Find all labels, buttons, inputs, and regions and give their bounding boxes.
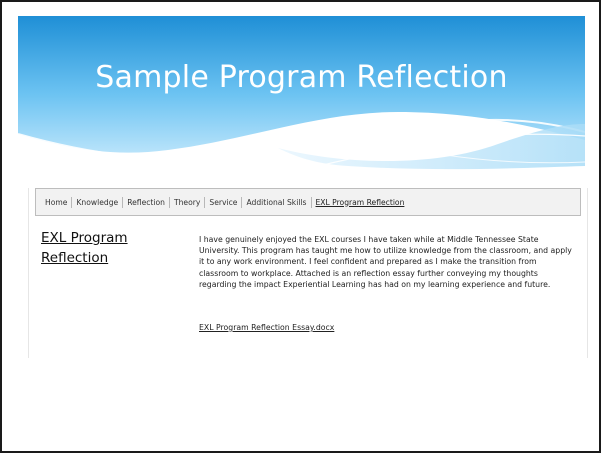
page-heading: EXL Program Reflection (41, 230, 128, 266)
nav-theory[interactable]: Theory (170, 198, 204, 207)
reflection-body-text: I have genuinely enjoyed the EXL courses… (199, 235, 572, 289)
web-page-screenshot: Home Knowledge Reflection Theory Service… (28, 188, 588, 358)
nav-home[interactable]: Home (45, 198, 71, 207)
nav-knowledge[interactable]: Knowledge (72, 198, 122, 207)
site-nav-bar: Home Knowledge Reflection Theory Service… (35, 188, 581, 216)
nav-reflection[interactable]: Reflection (123, 198, 169, 207)
slide-title: Sample Program Reflection (95, 60, 508, 95)
slide: Sample Program Reflection Home Knowledge… (0, 0, 601, 453)
nav-additional-skills[interactable]: Additional Skills (242, 198, 310, 207)
title-banner: Sample Program Reflection (18, 16, 585, 170)
nav-exl-program-reflection[interactable]: EXL Program Reflection (312, 198, 409, 207)
essay-attachment-link[interactable]: EXL Program Reflection Essay.docx (199, 323, 334, 332)
nav-service[interactable]: Service (205, 198, 241, 207)
